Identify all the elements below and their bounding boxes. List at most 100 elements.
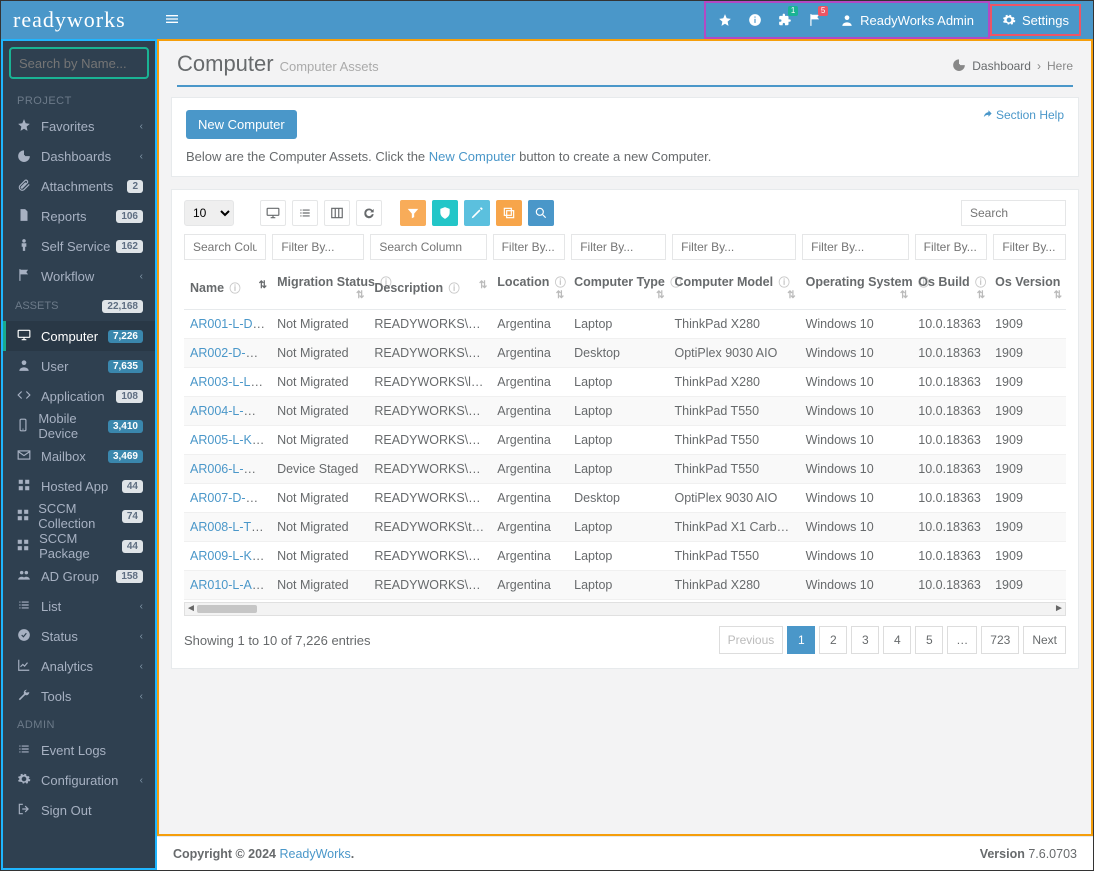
asset-link[interactable]: AR006-L-MRAIS [190, 462, 271, 476]
info-icon[interactable]: ⓘ [449, 283, 460, 295]
nav-item-configuration[interactable]: Configuration‹ [3, 765, 155, 795]
table-row[interactable]: AR007-D-CCHRINot MigratedREADYWORKS\cchr… [184, 484, 1066, 513]
sort-icon[interactable]: ⇅ [479, 280, 485, 291]
sort-icon[interactable]: ⇅ [1054, 290, 1060, 301]
nav-item-dashboards[interactable]: Dashboards‹ [3, 141, 155, 171]
sort-icon[interactable]: ⇅ [556, 290, 562, 301]
sort-icon[interactable]: ⇅ [356, 290, 362, 301]
sidebar-search[interactable] [9, 47, 149, 79]
search-table-icon[interactable] [528, 200, 554, 226]
settings-button[interactable]: Settings [990, 4, 1081, 36]
pager-page[interactable]: 723 [981, 626, 1019, 654]
pager-page[interactable]: 2 [819, 626, 847, 654]
nav-item-reports[interactable]: Reports106 [3, 201, 155, 231]
col-header-computer-type[interactable]: Computer Type ⓘ⇅ [568, 266, 668, 310]
col-header-operating-system[interactable]: Operating System ⓘ⇅ [800, 266, 913, 310]
column-filter-1[interactable] [272, 234, 364, 260]
info-icon[interactable]: ⓘ [975, 277, 986, 289]
table-row[interactable]: AR002-D-HHOUSNot MigratedREADYWORKS\hhou… [184, 339, 1066, 368]
sidebar-search-input[interactable] [19, 56, 157, 71]
nav-item-tools[interactable]: Tools‹ [3, 681, 155, 711]
footer-brand-link[interactable]: ReadyWorks [279, 847, 350, 861]
columns-icon[interactable] [324, 200, 350, 226]
table-row[interactable]: AR003-L-LROSSNot MigratedREADYWORKS\lros… [184, 368, 1066, 397]
scroll-right-icon[interactable]: ► [1053, 603, 1065, 615]
nav-item-mailbox[interactable]: Mailbox3,469 [3, 441, 155, 471]
nav-item-attachments[interactable]: Attachments2 [3, 171, 155, 201]
column-filter-8[interactable] [993, 234, 1066, 260]
nav-item-hosted-app[interactable]: Hosted App44 [3, 471, 155, 501]
table-row[interactable]: AR004-L-GZAPPNot MigratedREADYWORKS\gzap… [184, 397, 1066, 426]
table-row[interactable]: AR010-L-AMILENot MigratedREADYWORKS\amil… [184, 571, 1066, 600]
menu-toggle-icon[interactable] [164, 11, 180, 30]
extensions-icon[interactable]: 1 [770, 4, 800, 36]
asset-link[interactable]: AR004-L-GZAPP [190, 404, 271, 418]
nav-item-mobile-device[interactable]: Mobile Device3,410 [3, 411, 155, 441]
sort-icon[interactable]: ⇅ [656, 290, 662, 301]
pager-page[interactable]: 3 [851, 626, 879, 654]
table-row[interactable]: AR008-L-TNEWTNot MigratedREADYWORKS\tnew… [184, 513, 1066, 542]
pager-page[interactable]: 5 [915, 626, 943, 654]
nav-item-list[interactable]: List‹ [3, 591, 155, 621]
col-header-computer-model[interactable]: Computer Model ⓘ⇅ [669, 266, 800, 310]
scroll-left-icon[interactable]: ◄ [185, 603, 197, 615]
filter-icon[interactable] [400, 200, 426, 226]
table-row[interactable]: AR006-L-MRAISDevice StagedREADYWORKS\mra… [184, 455, 1066, 484]
info-icon[interactable] [740, 4, 770, 36]
scroll-thumb[interactable] [197, 605, 257, 613]
nav-item-ad-group[interactable]: AD Group158 [3, 561, 155, 591]
info-icon[interactable]: ⓘ [555, 277, 566, 289]
new-computer-button[interactable]: New Computer [186, 110, 297, 139]
nav-item-analytics[interactable]: Analytics‹ [3, 651, 155, 681]
pager-prev[interactable]: Previous [719, 626, 784, 654]
sort-icon[interactable]: ⇅ [977, 290, 983, 301]
col-header-description[interactable]: Description ⓘ⇅ [368, 266, 491, 310]
horizontal-scrollbar[interactable]: ◄ ► [184, 602, 1066, 616]
col-header-os-version[interactable]: Os Version ⓘ⇅ [989, 266, 1066, 310]
nav-item-application[interactable]: Application108 [3, 381, 155, 411]
pager-next[interactable]: Next [1023, 626, 1066, 654]
favorites-icon[interactable] [710, 4, 740, 36]
shield-icon[interactable] [432, 200, 458, 226]
asset-link[interactable]: AR010-L-AMILE [190, 578, 271, 592]
section-help-link[interactable]: Section Help [982, 108, 1064, 122]
asset-link[interactable]: AR002-D-HHOUS [190, 346, 271, 360]
asset-link[interactable]: AR007-D-CCHRI [190, 491, 271, 505]
column-filter-4[interactable] [571, 234, 666, 260]
nav-item-event-logs[interactable]: Event Logs [3, 735, 155, 765]
table-row[interactable]: AR005-L-KCLEANot MigratedREADYWORKS\kcle… [184, 426, 1066, 455]
info-icon[interactable]: ⓘ [779, 277, 790, 289]
sort-icon[interactable]: ⇅ [787, 290, 793, 301]
asset-link[interactable]: AR008-L-TNEWT [190, 520, 271, 534]
edit-icon[interactable] [464, 200, 490, 226]
nav-item-sign-out[interactable]: Sign Out [3, 795, 155, 825]
nav-item-workflow[interactable]: Workflow‹ [3, 261, 155, 291]
nav-item-favorites[interactable]: Favorites‹ [3, 111, 155, 141]
col-header-name[interactable]: Name ⓘ⇅ [184, 266, 271, 310]
nav-item-status[interactable]: Status‹ [3, 621, 155, 651]
column-filter-0[interactable] [184, 234, 266, 260]
asset-link[interactable]: AR009-L-KWINT [190, 549, 271, 563]
column-filter-5[interactable] [672, 234, 796, 260]
nav-item-computer[interactable]: Computer7,226 [3, 321, 155, 351]
table-row[interactable]: AR009-L-KWINTNot MigratedREADYWORKS\kwin… [184, 542, 1066, 571]
user-menu[interactable]: ReadyWorks Admin [830, 13, 984, 28]
pager-page[interactable]: … [947, 626, 977, 654]
asset-link[interactable]: AR005-L-KCLEA [190, 433, 271, 447]
nav-item-sccm-package[interactable]: SCCM Package44 [3, 531, 155, 561]
column-filter-3[interactable] [493, 234, 566, 260]
sort-icon[interactable]: ⇅ [259, 280, 265, 291]
table-search-input[interactable] [961, 200, 1066, 226]
refresh-icon[interactable] [356, 200, 382, 226]
view-card-icon[interactable] [260, 200, 286, 226]
page-length-select[interactable]: 10 [184, 200, 234, 226]
table-row[interactable]: AR001-L-DFOWLNot MigratedREADYWORKS\dfow… [184, 310, 1066, 339]
asset-link[interactable]: AR001-L-DFOWL [190, 317, 271, 331]
asset-link[interactable]: AR003-L-LROSS [190, 375, 271, 389]
breadcrumb-dashboard[interactable]: Dashboard [972, 59, 1031, 73]
column-filter-6[interactable] [802, 234, 909, 260]
col-header-migration-status[interactable]: Migration Status ⓘ⇅ [271, 266, 368, 310]
pager-page[interactable]: 4 [883, 626, 911, 654]
copy-icon[interactable] [496, 200, 522, 226]
nav-item-user[interactable]: User7,635 [3, 351, 155, 381]
